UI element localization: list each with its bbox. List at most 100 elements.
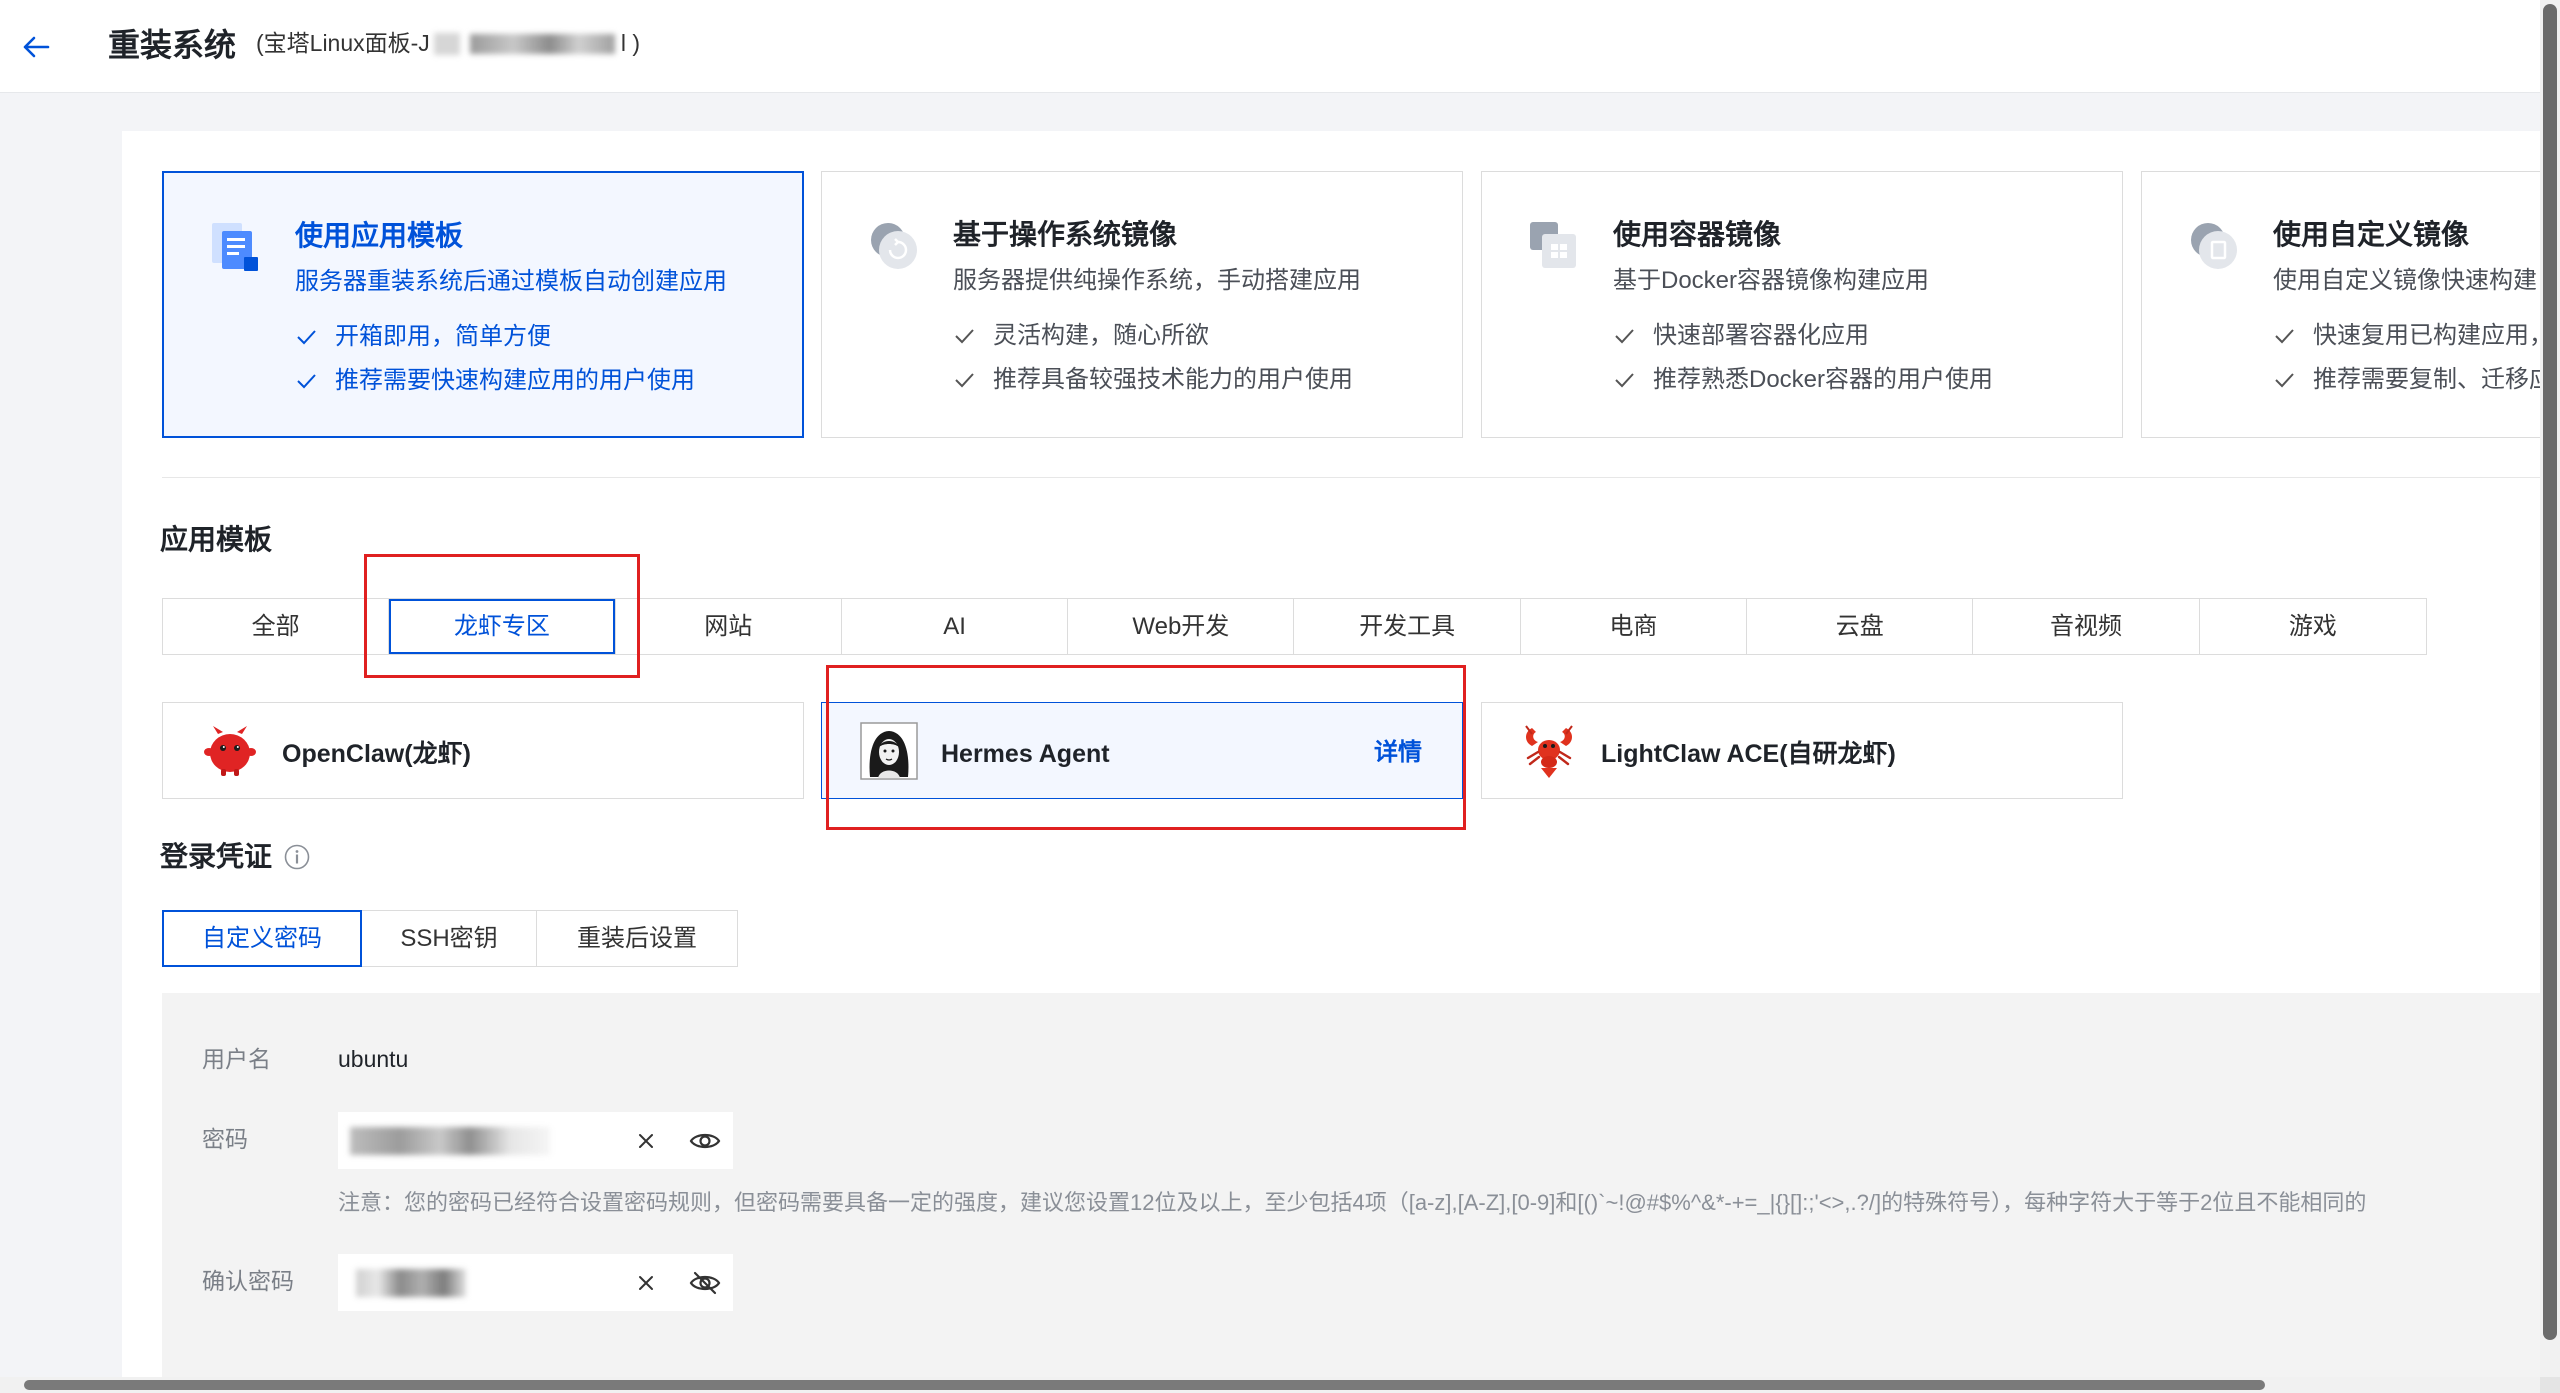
masked-password-blur [356, 1269, 466, 1297]
feature-text: 推荐熟悉Docker容器的用户使用 [1653, 366, 1994, 393]
close-icon [639, 1276, 653, 1290]
page-title: 重装系统 [108, 27, 237, 63]
username-value: ubuntu [338, 1046, 409, 1072]
feature-text: 推荐需要复制、迁移应 [2313, 366, 2540, 393]
password-form-panel [162, 993, 2540, 1377]
tab-games[interactable]: 游戏 [2200, 599, 2426, 654]
vertical-scrollbar[interactable] [2540, 0, 2560, 1377]
card-description: 服务器提供纯操作系统，手动搭建应用 [953, 267, 1361, 294]
horizontal-scrollbar[interactable] [0, 1377, 2540, 1393]
tab-dev-tools[interactable]: 开发工具 [1294, 599, 1521, 654]
card-title: 基于操作系统镜像 [953, 219, 1178, 250]
card-feature: 推荐具备较强技术能力的用户使用 [953, 366, 1353, 395]
horizontal-scrollbar-thumb[interactable] [24, 1380, 2265, 1390]
app-card-openclaw[interactable]: OpenClaw(龙虾) [162, 702, 804, 799]
masked-password-blur [350, 1127, 550, 1155]
toggle-confirm-password-visibility-button[interactable] [687, 1266, 723, 1300]
arrow-left-icon [23, 36, 50, 58]
card-feature: 推荐熟悉Docker容器的用户使用 [1613, 366, 1993, 395]
custom-image-icon [2191, 223, 2237, 269]
image-type-card-container-image[interactable]: 使用容器镜像 基于Docker容器镜像构建应用 快速部署容器化应用 推荐熟悉Do… [1481, 171, 2123, 438]
feature-text: 灵活构建，随心所欲 [993, 322, 1209, 349]
page-header: 重装系统 (宝塔Linux面板-J l ) [0, 0, 2540, 93]
image-type-card-os-image[interactable]: 基于操作系统镜像 服务器提供纯操作系统，手动搭建应用 灵活构建，随心所欲 推荐具… [821, 171, 1463, 438]
card-title: 使用自定义镜像 [2273, 219, 2470, 250]
feature-text: 推荐具备较强技术能力的用户使用 [993, 366, 1353, 393]
section-divider [162, 477, 2540, 478]
feature-text: 推荐需要快速构建应用的用户使用 [335, 367, 695, 394]
tab-post-reinstall-settings[interactable]: 重装后设置 [536, 910, 738, 967]
clear-confirm-password-button[interactable] [633, 1270, 659, 1296]
app-template-tabs: 全部 龙虾专区 网站 AI Web开发 开发工具 电商 云盘 音视频 游戏 [162, 598, 2427, 655]
back-button[interactable] [20, 31, 52, 63]
toggle-password-visibility-button[interactable] [687, 1124, 723, 1158]
app-card-hermes-agent[interactable]: Hermes Agent 详情 [821, 702, 1463, 799]
scrollbar-corner [2540, 1377, 2560, 1393]
clear-password-button[interactable] [633, 1128, 659, 1154]
check-icon [955, 329, 974, 344]
tab-lobster-zone[interactable]: 龙虾专区 [389, 599, 616, 654]
password-label: 密码 [202, 1126, 248, 1152]
confirm-password-label: 确认密码 [202, 1268, 294, 1294]
tab-web-dev[interactable]: Web开发 [1068, 599, 1295, 654]
tab-ai[interactable]: AI [842, 599, 1069, 654]
check-icon [2275, 373, 2294, 388]
password-input[interactable] [338, 1112, 733, 1169]
check-icon [955, 373, 974, 388]
card-feature: 推荐需要复制、迁移应 [2273, 366, 2540, 395]
tab-ssh-key[interactable]: SSH密钥 [361, 910, 537, 967]
openclaw-mascot-icon [204, 726, 256, 776]
tab-audio-video[interactable]: 音视频 [1973, 599, 2200, 654]
tab-custom-password[interactable]: 自定义密码 [162, 910, 362, 967]
app-name: Hermes Agent [941, 740, 1110, 768]
feature-text: 开箱即用，简单方便 [335, 323, 551, 350]
tab-ecommerce[interactable]: 电商 [1521, 599, 1748, 654]
confirm-password-input[interactable] [338, 1254, 733, 1311]
vertical-scrollbar-thumb[interactable] [2543, 4, 2557, 1340]
app-name: OpenClaw(龙虾) [282, 740, 471, 768]
card-feature: 灵活构建，随心所欲 [953, 322, 1209, 351]
card-feature: 快速复用已构建应用， [2273, 322, 2540, 351]
check-icon [1615, 329, 1634, 344]
check-icon [1615, 373, 1634, 388]
password-strength-note: 注意：您的密码已经符合设置密码规则，但密码需要具备一定的强度，建议您设置12位及… [338, 1190, 2367, 1215]
feature-text: 快速复用已构建应用， [2313, 322, 2540, 349]
lobster-icon [1525, 725, 1573, 778]
server-subtitle: (宝塔Linux面板-J l ) [256, 30, 640, 58]
tab-all[interactable]: 全部 [163, 599, 390, 654]
card-feature: 推荐需要快速构建应用的用户使用 [295, 367, 695, 396]
info-circle-icon[interactable] [283, 843, 311, 871]
app-card-lightclaw-ace[interactable]: LightClaw ACE(自研龙虾) [1481, 702, 2123, 799]
app-template-icon [212, 223, 258, 271]
container-image-icon [1530, 222, 1576, 268]
feature-text: 快速部署容器化应用 [1653, 322, 1869, 349]
image-type-card-custom-image[interactable]: 使用自定义镜像 使用自定义镜像快速构建 快速复用已构建应用， 推荐需要复制、迁移… [2141, 171, 2540, 438]
hermes-agent-avatar-icon [860, 722, 918, 780]
redacted-blur [433, 32, 460, 55]
eye-off-icon [689, 1271, 721, 1295]
app-name: LightClaw ACE(自研龙虾) [1601, 740, 1896, 768]
tab-cloud-drive[interactable]: 云盘 [1747, 599, 1974, 654]
credential-tabs: 自定义密码 SSH密钥 重装后设置 [162, 910, 738, 967]
card-feature: 快速部署容器化应用 [1613, 322, 1869, 351]
card-description: 使用自定义镜像快速构建 [2273, 267, 2537, 294]
card-title: 使用容器镜像 [1613, 219, 1782, 250]
tab-website[interactable]: 网站 [616, 599, 842, 654]
app-template-section-title: 应用模板 [160, 524, 273, 555]
username-label: 用户名 [202, 1046, 271, 1072]
card-description: 服务器重装系统后通过模板自动创建应用 [295, 268, 727, 295]
eye-icon [689, 1133, 721, 1149]
card-description: 基于Docker容器镜像构建应用 [1613, 267, 1930, 294]
redacted-blur [469, 33, 615, 54]
card-feature: 开箱即用，简单方便 [295, 323, 551, 352]
details-link[interactable]: 详情 [1374, 739, 1422, 768]
subtitle-prefix: (宝塔Linux面板-J [256, 30, 430, 56]
page-viewport: 重装系统 (宝塔Linux面板-J l ) 使用应用模板 服务器重装系统后通过模… [0, 0, 2540, 1377]
card-title: 使用应用模板 [295, 220, 464, 251]
subtitle-suffix: l ) [620, 30, 640, 56]
close-icon [639, 1134, 653, 1148]
login-credentials-title: 登录凭证 [160, 841, 273, 872]
check-icon [297, 374, 316, 389]
os-image-icon [871, 223, 917, 269]
image-type-card-app-template[interactable]: 使用应用模板 服务器重装系统后通过模板自动创建应用 开箱即用，简单方便 推荐需要… [162, 171, 804, 438]
